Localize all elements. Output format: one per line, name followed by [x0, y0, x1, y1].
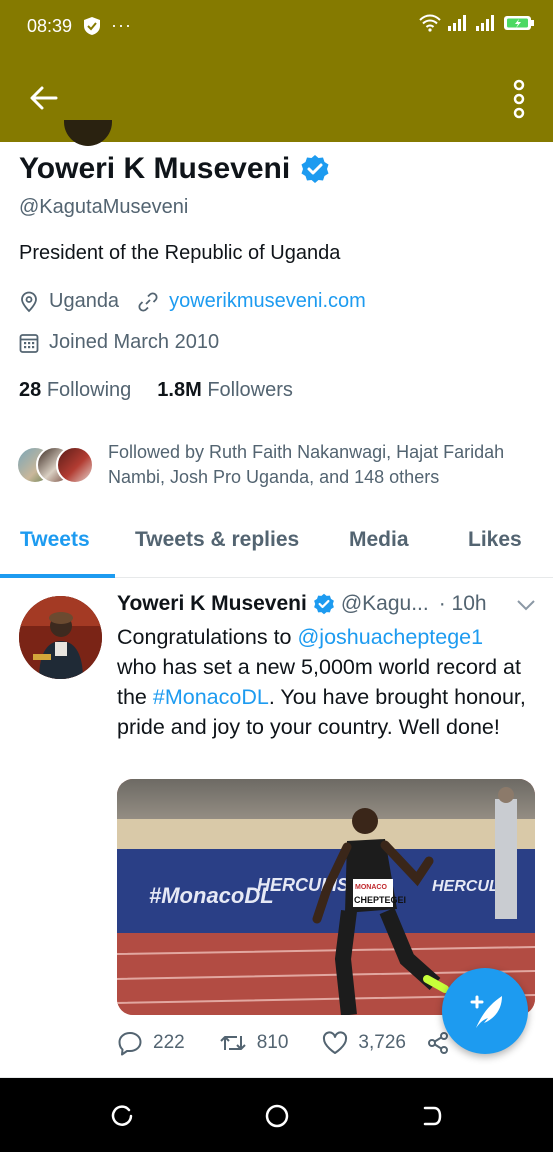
followed-by-text: Followed by Ruth Faith Nakanwagi, Hajat … [108, 442, 505, 487]
media-bib-top: MONACO [355, 884, 387, 891]
system-nav-bar [0, 1078, 553, 1152]
profile-meta-location: Uganda yowerikmuseveni.com [19, 290, 366, 313]
following-count: 28 [19, 379, 42, 401]
calendar-icon [19, 333, 39, 353]
reply-icon [118, 1032, 142, 1056]
avatar-photo [19, 596, 102, 679]
tweet-timestamp: · 10h [438, 592, 487, 615]
verified-icon [313, 593, 334, 615]
followed-by[interactable]: Followed by Ruth Faith Nakanwagi, Hajat … [16, 440, 548, 490]
tab-media[interactable]: Media [349, 528, 409, 552]
battery-icon [504, 16, 534, 30]
media-signage-text: #MonacoDL [149, 883, 274, 908]
more-vert-icon [513, 79, 525, 119]
media-bib-text: CHEPTEGEI [354, 895, 406, 905]
compose-icon [470, 995, 502, 1028]
profile-name: Yoweri K Museveni [19, 152, 291, 185]
tweet-text: Congratulations to @joshuacheptege1 who … [117, 622, 527, 742]
tweet-actions: 222 810 3,726 [117, 1030, 484, 1056]
like-button[interactable]: 3,726 [322, 1031, 406, 1055]
tweet-author-handle: @Kagu... [340, 592, 429, 615]
back-button[interactable] [26, 80, 62, 116]
profile-bio: President of the Republic of Uganda [19, 242, 341, 264]
reply-count: 222 [153, 1032, 185, 1053]
tweet-header: Yoweri K Museveni @Kagu... · 10h [117, 592, 537, 616]
profile-counts: 28 Following 1.8M Followers [19, 379, 293, 402]
recents-icon [111, 1105, 133, 1126]
following-label: Following [46, 379, 132, 401]
wifi-icon [419, 14, 441, 32]
profile-name-row: Yoweri K Museveni [19, 152, 330, 186]
arrow-back-icon [30, 86, 58, 110]
tab-tweets-replies[interactable]: Tweets & replies [135, 528, 299, 552]
shield-icon [84, 16, 100, 35]
tweet-author-name[interactable]: Yoweri K Museveni [117, 592, 307, 616]
tweet-avatar[interactable] [19, 596, 102, 679]
like-icon [323, 1031, 348, 1054]
following-link[interactable]: 28 Following [19, 379, 131, 402]
chevron-down-icon[interactable] [515, 596, 537, 614]
followers-count: 1.8M [157, 379, 202, 401]
compose-tweet-button[interactable] [442, 968, 528, 1054]
tab-likes[interactable]: Likes [468, 528, 522, 552]
nav-recents-button[interactable] [108, 1101, 138, 1131]
nav-back-button[interactable] [416, 1101, 446, 1131]
profile-meta-joined: Joined March 2010 [19, 331, 219, 354]
like-count: 3,726 [358, 1032, 406, 1053]
follower-avatars [16, 446, 96, 484]
signal-icon-2 [476, 15, 494, 31]
status-time: 08:39 [27, 16, 73, 36]
nav-home-button[interactable] [262, 1101, 292, 1131]
home-icon [265, 1104, 289, 1128]
location-icon [21, 291, 37, 312]
profile-joined: Joined March 2010 [49, 331, 220, 353]
tweet-mention-link[interactable]: @joshuacheptege1 [297, 625, 483, 649]
retweet-icon [219, 1036, 246, 1050]
profile-avatar-edge [64, 120, 112, 146]
link-icon [138, 291, 158, 312]
profile-handle: @KagutaMuseveni [19, 196, 189, 218]
profile-website-link[interactable]: yowerikmuseveni.com [169, 290, 366, 313]
follower-avatar [56, 446, 94, 484]
back-icon [423, 1106, 442, 1126]
tab-tweets[interactable]: Tweets [20, 528, 90, 552]
retweet-count: 810 [256, 1032, 289, 1053]
followers-link[interactable]: 1.8M Followers [157, 379, 293, 402]
tweet-text-part: Congratulations to [117, 625, 298, 649]
verified-icon [301, 155, 329, 183]
more-options-button[interactable] [509, 78, 529, 120]
profile-location: Uganda [49, 290, 120, 312]
signal-icon [448, 15, 466, 31]
status-bar: 08:39 ··· [0, 0, 553, 56]
tweet-hashtag-link[interactable]: #MonacoDL [153, 685, 269, 709]
reply-button[interactable]: 222 [117, 1030, 185, 1056]
followers-label: Followers [207, 379, 293, 401]
status-overflow: ··· [111, 15, 132, 35]
profile-tabs: Tweets Tweets & replies Media Likes [0, 510, 553, 578]
retweet-button[interactable]: 810 [219, 1030, 289, 1056]
